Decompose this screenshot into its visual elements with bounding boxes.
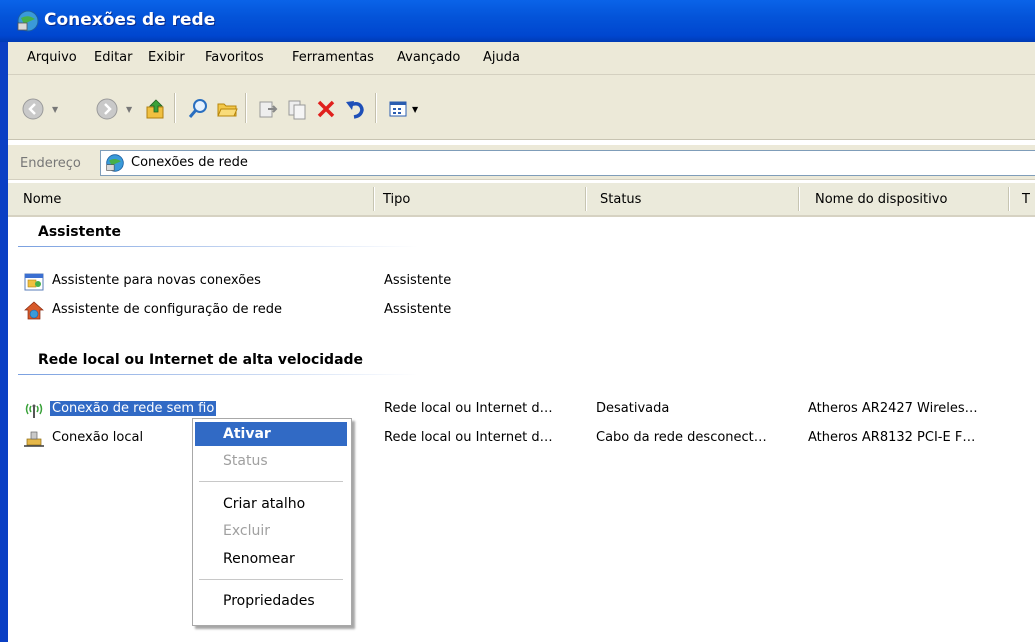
- network-connections-icon: [17, 10, 39, 32]
- address-value: Conexões de rede: [131, 155, 248, 170]
- group-title-rede-local: Rede local ou Internet de alta velocidad…: [38, 352, 364, 368]
- menu-bar: Arquivo Editar Exibir Favoritos Ferramen…: [8, 42, 1035, 75]
- list-item[interactable]: Conexão de rede sem fio Rede local ou In…: [18, 399, 1035, 421]
- column-tipo[interactable]: Tipo: [383, 192, 410, 207]
- window-title: Conexões de rede: [44, 10, 216, 30]
- item-tipo: Rede local ou Internet d…: [384, 401, 553, 416]
- item-name: Assistente para novas conexões: [52, 273, 261, 288]
- item-name: Assistente de configuração de rede: [52, 302, 282, 317]
- group-title-assistente: Assistente: [38, 224, 121, 240]
- item-status: Desativada: [596, 401, 670, 416]
- column-header: Nome Tipo Status Nome do dispositivo T: [8, 183, 1035, 217]
- forward-dropdown-icon[interactable]: ▼: [126, 105, 132, 114]
- copy-to-icon[interactable]: [284, 96, 310, 122]
- menu-avancado[interactable]: Avançado: [397, 50, 460, 65]
- list-item[interactable]: Conexão local Rede local ou Internet d… …: [18, 428, 1035, 450]
- toolbar: ▼ ▼ ▼: [8, 75, 1035, 140]
- item-name: Conexão de rede sem fio: [50, 401, 217, 416]
- group-divider: [18, 246, 418, 247]
- item-device: Atheros AR2427 Wireles…: [808, 401, 978, 416]
- move-to-icon[interactable]: [255, 96, 281, 122]
- list-item[interactable]: Assistente de configuração de rede Assis…: [18, 300, 1035, 322]
- undo-icon[interactable]: [342, 96, 368, 122]
- views-dropdown-icon[interactable]: ▼: [412, 105, 418, 114]
- item-tipo: Rede local ou Internet d…: [384, 430, 553, 445]
- delete-icon[interactable]: [313, 96, 339, 122]
- folders-icon[interactable]: [214, 96, 240, 122]
- list-item[interactable]: Assistente para novas conexões Assistent…: [18, 271, 1035, 293]
- network-setup-wizard-icon: [24, 301, 44, 320]
- item-status: Cabo da rede desconect…: [596, 430, 767, 445]
- column-nome-do-dispositivo[interactable]: Nome do dispositivo: [815, 192, 947, 207]
- context-item-criar-atalho[interactable]: Criar atalho: [195, 492, 347, 516]
- context-separator: [199, 481, 343, 482]
- column-status[interactable]: Status: [600, 192, 641, 207]
- item-tipo: Assistente: [384, 273, 452, 288]
- menu-ferramentas[interactable]: Ferramentas: [292, 50, 374, 65]
- column-t[interactable]: T: [1022, 192, 1030, 207]
- back-icon[interactable]: [20, 96, 46, 122]
- search-icon[interactable]: [185, 96, 211, 122]
- address-field[interactable]: Conexões de rede: [100, 150, 1035, 176]
- new-connection-wizard-icon: [24, 273, 44, 291]
- group-divider: [18, 374, 418, 375]
- menu-arquivo[interactable]: Arquivo: [27, 50, 77, 65]
- column-nome[interactable]: Nome: [23, 192, 61, 207]
- address-label: Endereço: [20, 156, 81, 171]
- address-bar: Endereço Conexões de rede: [8, 145, 1035, 180]
- back-dropdown-icon[interactable]: ▼: [52, 105, 58, 114]
- context-separator: [199, 579, 343, 580]
- context-item-ativar[interactable]: Ativar: [195, 422, 347, 446]
- forward-icon[interactable]: [94, 96, 120, 122]
- menu-editar[interactable]: Editar: [94, 50, 133, 65]
- local-connection-icon: [24, 431, 44, 447]
- up-folder-icon[interactable]: [143, 96, 169, 122]
- item-name: Conexão local: [52, 430, 144, 445]
- context-item-propriedades[interactable]: Propriedades: [195, 589, 347, 613]
- window-left-border: [0, 42, 8, 642]
- views-icon[interactable]: [386, 96, 412, 122]
- wireless-network-icon: [25, 403, 43, 418]
- context-item-excluir[interactable]: Excluir: [195, 519, 347, 543]
- menu-exibir[interactable]: Exibir: [148, 50, 185, 65]
- context-item-status[interactable]: Status: [195, 449, 347, 473]
- context-menu: Ativar Status Criar atalho Excluir Renom…: [192, 418, 352, 626]
- menu-ajuda[interactable]: Ajuda: [483, 50, 520, 65]
- network-connections-icon: [106, 154, 124, 172]
- title-bar[interactable]: Conexões de rede: [0, 0, 1035, 42]
- menu-favoritos[interactable]: Favoritos: [205, 50, 264, 65]
- context-item-renomear[interactable]: Renomear: [195, 547, 347, 571]
- item-device: Atheros AR8132 PCI-E F…: [808, 430, 976, 445]
- item-tipo: Assistente: [384, 302, 452, 317]
